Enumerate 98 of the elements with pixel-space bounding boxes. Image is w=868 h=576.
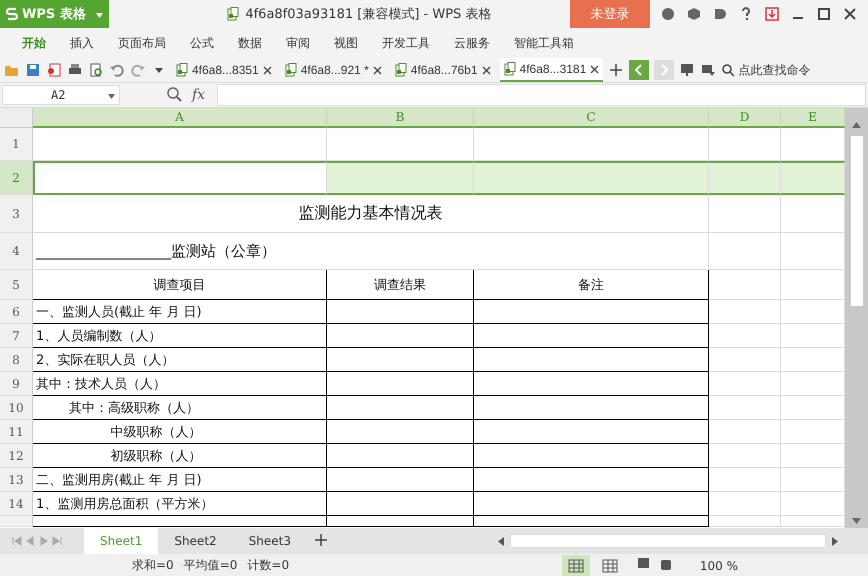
presentation-icon[interactable] <box>679 62 696 78</box>
table-cell: 1、人员编制数（人） <box>33 324 327 348</box>
row-header[interactable]: 10 <box>0 396 33 420</box>
undo-icon[interactable] <box>109 62 125 78</box>
row-header[interactable]: 6 <box>0 300 33 324</box>
table-cell: 一、监测人员(截止 年 月 日) <box>33 300 327 324</box>
row-header[interactable]: 13 <box>0 468 33 492</box>
table-cell: 2、实际在职人员（人） <box>33 348 327 372</box>
sheet-tab[interactable]: Sheet1 <box>84 528 158 554</box>
table-cell <box>709 195 781 233</box>
hexagon-icon[interactable] <box>686 6 702 22</box>
insert-function-button[interactable]: fx <box>192 87 206 103</box>
table-cell: 调查项目 <box>33 270 327 300</box>
caret-icon <box>96 12 103 18</box>
row-header[interactable]: 4 <box>0 233 33 270</box>
menu-tab[interactable]: 开发工具 <box>370 28 442 58</box>
menu-tab[interactable]: 数据 <box>226 28 274 58</box>
scroll-down-icon[interactable] <box>852 518 861 524</box>
close-tab-icon[interactable] <box>262 66 272 74</box>
table-cell <box>709 444 781 468</box>
document-tab[interactable]: 4f6a8...921 * <box>280 58 386 82</box>
table-cell <box>781 161 845 195</box>
close-icon[interactable] <box>842 6 858 22</box>
menu-tab[interactable]: 页面布局 <box>106 28 178 58</box>
dropdown-caret-icon <box>108 94 115 99</box>
zoom-formula-icon[interactable] <box>166 86 182 102</box>
status-stat: 计数=0 <box>247 557 290 574</box>
table-cell <box>709 468 781 492</box>
scroll-left-icon[interactable] <box>498 536 504 546</box>
scroll-thumb[interactable] <box>850 136 862 306</box>
table-cell <box>709 420 781 444</box>
document-tab[interactable]: 4f6a8...3181 <box>500 58 604 82</box>
table-cell <box>709 233 781 270</box>
menu-tab[interactable]: 审阅 <box>274 28 322 58</box>
maximize-icon[interactable] <box>816 6 832 22</box>
command-search[interactable]: 点此查找命令 <box>721 62 810 78</box>
grid-icon <box>568 558 584 572</box>
table-cell <box>709 324 781 348</box>
table-cell: 调查结果 <box>327 270 474 300</box>
row-header[interactable]: 12 <box>0 444 33 468</box>
table-cell <box>709 348 781 372</box>
row-header[interactable]: 1 <box>0 128 33 161</box>
sheet-title: 监测能力基本情况表 <box>33 195 709 233</box>
search-icon <box>721 63 736 77</box>
menu-tab[interactable]: 智能工具箱 <box>502 28 586 58</box>
table-cell <box>709 161 781 195</box>
document-tab[interactable]: 4f6a8...8351 <box>172 58 276 82</box>
zoom-level: 100 % <box>700 558 738 572</box>
row-header[interactable]: 7 <box>0 324 33 348</box>
window-title: 4f6a8f03a93181 [兼容模式] - WPS 表格 <box>245 6 492 23</box>
table-cell: 1、监测用房总面积（平方米） <box>33 492 327 516</box>
status-stat: 求和=0 <box>132 557 174 574</box>
row-header[interactable]: 5 <box>0 270 33 300</box>
name-box[interactable]: A2 <box>2 85 120 105</box>
document-icon <box>394 63 407 77</box>
table-cell: 中级职称（人） <box>33 420 327 444</box>
print-preview-icon[interactable] <box>88 62 104 78</box>
table-cell <box>709 372 781 396</box>
menu-tab[interactable]: 视图 <box>322 28 370 58</box>
table-cell: 二、监测用房(截止 年 月 日) <box>33 468 327 492</box>
document-tab[interactable]: 4f6a8...76b1 <box>390 58 495 82</box>
add-tab-icon[interactable] <box>608 62 624 78</box>
add-sheet-icon[interactable] <box>312 532 329 548</box>
document-icon <box>227 7 240 21</box>
table-cell: 其中：高级职称（人） <box>33 396 327 420</box>
download-icon[interactable] <box>764 6 780 22</box>
formula-input[interactable] <box>217 84 866 106</box>
view-mode-button[interactable] <box>562 554 590 576</box>
table-cell: 其中：技术人员（人） <box>33 372 327 396</box>
scroll-right-icon[interactable] <box>832 536 838 546</box>
document-icon <box>504 62 516 76</box>
table-cell <box>709 492 781 516</box>
row-header[interactable]: 9 <box>0 372 33 396</box>
table-cell <box>709 396 781 420</box>
document-icon <box>284 63 297 77</box>
menu-tab[interactable]: 插入 <box>58 28 106 58</box>
table-cell: 初级职称（人） <box>33 444 327 468</box>
table-cell: 备注 <box>474 270 709 300</box>
row-header[interactable]: 8 <box>0 348 33 372</box>
row-header[interactable]: 14 <box>0 492 33 516</box>
save-icon[interactable] <box>25 62 41 78</box>
menu-tab[interactable]: 公式 <box>178 28 226 58</box>
close-tab-icon[interactable] <box>372 66 382 74</box>
logo-icon <box>6 7 18 21</box>
menu-tab[interactable]: 云服务 <box>442 28 502 58</box>
row-header[interactable]: 11 <box>0 420 33 444</box>
document-icon <box>176 63 188 77</box>
row-header[interactable]: 3 <box>0 195 33 233</box>
grid-icon <box>602 558 618 572</box>
vertical-scrollbar[interactable] <box>845 108 868 528</box>
menu-tab[interactable]: 开始 <box>10 28 58 58</box>
stamp-line: __________________监测站（公章） <box>33 233 709 270</box>
close-tab-icon[interactable] <box>590 64 600 74</box>
table-cell <box>709 300 781 324</box>
close-tab-icon[interactable] <box>482 66 491 74</box>
status-stat: 平均值=0 <box>184 557 238 574</box>
table-cell <box>709 270 781 300</box>
scroll-up-icon[interactable] <box>852 122 861 128</box>
